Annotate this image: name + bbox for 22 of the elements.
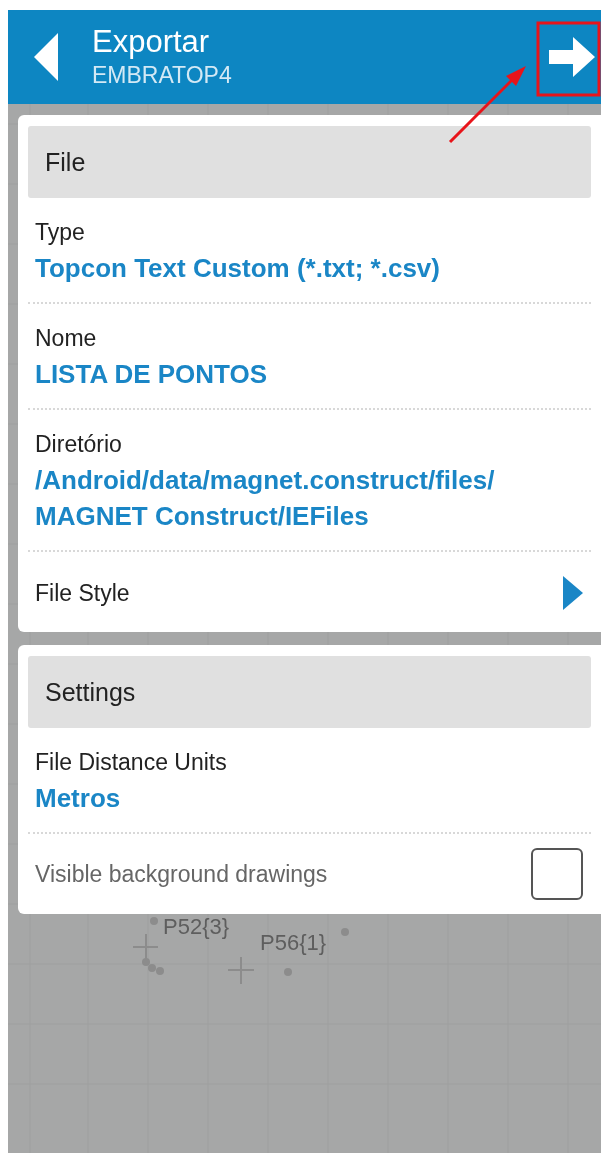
- next-button[interactable]: [549, 37, 595, 77]
- checkbox[interactable]: [531, 848, 583, 900]
- right-arrow-icon: [549, 37, 595, 77]
- field-value[interactable]: Topcon Text Custom (*.txt; *.csv): [35, 250, 440, 286]
- field-value[interactable]: /Android/data/magnet.construct/files/ MAGNET Construct/IEFiles: [35, 462, 495, 534]
- field-value[interactable]: LISTA DE PONTOS: [35, 356, 268, 392]
- job-name: EMBRATOP4: [92, 61, 233, 90]
- chevron-right-icon[interactable]: [563, 576, 583, 610]
- screen-title: Exportar: [92, 24, 211, 60]
- section-header: Settings: [28, 656, 591, 728]
- section-header: File: [28, 126, 591, 198]
- field-label: Nome: [35, 324, 98, 352]
- checkbox-label: Visible background drawings: [35, 860, 328, 888]
- field-label[interactable]: File Style: [35, 579, 130, 607]
- field-value[interactable]: Metros: [35, 780, 227, 816]
- back-icon: [34, 33, 58, 81]
- point-label: P52{3}: [163, 914, 230, 940]
- field-label: Type: [35, 218, 86, 246]
- back-button[interactable]: [34, 33, 58, 81]
- point-label: P56{1}: [260, 930, 327, 956]
- field-label: Diretório: [35, 430, 123, 458]
- field-label: File Distance Units: [35, 748, 227, 776]
